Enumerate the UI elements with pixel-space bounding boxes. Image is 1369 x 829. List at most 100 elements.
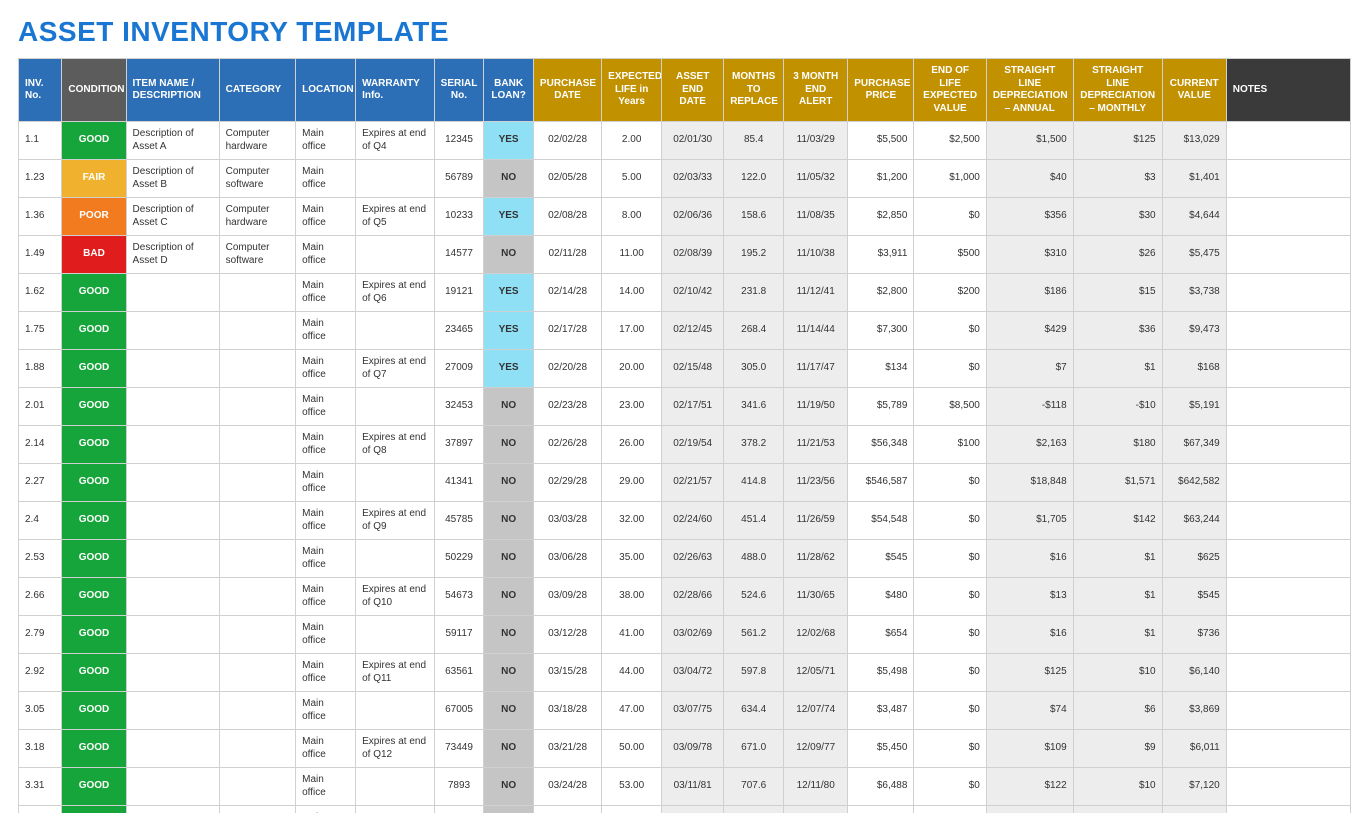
cell-loan[interactable]: NO (484, 464, 534, 502)
cell-months[interactable]: 634.4 (724, 692, 784, 730)
cell-loc[interactable]: Main office (296, 388, 356, 426)
cell-sla[interactable]: $1,500 (986, 122, 1073, 160)
cell-loan[interactable]: NO (484, 236, 534, 274)
cell-inv[interactable]: 1.49 (19, 236, 62, 274)
cell-condition[interactable]: GOOD (62, 388, 126, 426)
cell-ser[interactable]: 10233 (434, 198, 484, 236)
cell-slm[interactable]: $3 (1073, 160, 1162, 198)
cell-loc[interactable]: Main office (296, 274, 356, 312)
cell-loan[interactable]: NO (484, 768, 534, 806)
cell-notes[interactable] (1226, 502, 1350, 540)
cell-end[interactable]: 02/10/42 (662, 274, 724, 312)
cell-cat[interactable] (219, 768, 296, 806)
cell-ser[interactable]: 41341 (434, 464, 484, 502)
cell-loc[interactable]: Main office (296, 236, 356, 274)
cell-loan[interactable]: NO (484, 540, 534, 578)
cell-sla[interactable]: $356 (986, 198, 1073, 236)
cell-eol[interactable]: $0 (914, 768, 986, 806)
cell-desc[interactable]: Description of Asset A (126, 122, 219, 160)
cell-war[interactable]: Expires at end of Q7 (356, 350, 435, 388)
cell-price[interactable]: $5,498 (848, 654, 914, 692)
cell-war[interactable] (356, 768, 435, 806)
cell-alert[interactable]: 11/17/47 (784, 350, 848, 388)
cell-cat[interactable]: Computer hardware (219, 198, 296, 236)
cell-inv[interactable]: 2.14 (19, 426, 62, 464)
cell-pur[interactable]: 02/23/28 (533, 388, 601, 426)
cell-alert[interactable]: 11/26/59 (784, 502, 848, 540)
cell-notes[interactable] (1226, 160, 1350, 198)
cell-loc[interactable]: Main office (296, 122, 356, 160)
cell-sla[interactable]: $16 (986, 540, 1073, 578)
hdr-cur[interactable]: CURRENT VALUE (1162, 59, 1226, 122)
cell-months[interactable]: 158.6 (724, 198, 784, 236)
cell-notes[interactable] (1226, 388, 1350, 426)
cell-war[interactable]: Expires at end of Q5 (356, 198, 435, 236)
cell-months[interactable]: 524.6 (724, 578, 784, 616)
cell-end[interactable]: 03/04/72 (662, 654, 724, 692)
cell-war[interactable]: Expires at end of Q11 (356, 654, 435, 692)
cell-loc[interactable]: Main office (296, 578, 356, 616)
cell-slm[interactable]: $1 (1073, 540, 1162, 578)
cell-sla[interactable]: $18,848 (986, 464, 1073, 502)
cell-notes[interactable] (1226, 426, 1350, 464)
cell-months[interactable]: 378.2 (724, 426, 784, 464)
cell-life[interactable]: 11.00 (602, 236, 662, 274)
table-row[interactable]: 2.92GOODMain officeExpires at end of Q11… (19, 654, 1351, 692)
cell-eol[interactable]: $0 (914, 616, 986, 654)
cell-ser[interactable]: 67005 (434, 692, 484, 730)
cell-life[interactable]: 26.00 (602, 426, 662, 464)
table-row[interactable]: 2.27GOODMain office41341NO02/29/2829.000… (19, 464, 1351, 502)
cell-eol[interactable]: $0 (914, 540, 986, 578)
hdr-cat[interactable]: CATEGORY (219, 59, 296, 122)
cell-price[interactable]: $545 (848, 540, 914, 578)
cell-inv[interactable]: 2.92 (19, 654, 62, 692)
hdr-pur[interactable]: PURCHASE DATE (533, 59, 601, 122)
cell-slm[interactable]: $180 (1073, 426, 1162, 464)
cell-eol[interactable]: $0 (914, 692, 986, 730)
cell-eol[interactable]: $0 (914, 464, 986, 502)
table-row[interactable]: 2.14GOODMain officeExpires at end of Q83… (19, 426, 1351, 464)
cell-cat[interactable]: Computer software (219, 160, 296, 198)
cell-ser[interactable]: 59117 (434, 616, 484, 654)
cell-price[interactable]: $1,200 (848, 160, 914, 198)
cell-pur[interactable]: 02/11/28 (533, 236, 601, 274)
cell-loc[interactable]: Main office (296, 426, 356, 464)
cell-notes[interactable] (1226, 464, 1350, 502)
cell-notes[interactable] (1226, 236, 1350, 274)
cell-desc[interactable]: Description of Asset C (126, 198, 219, 236)
cell-notes[interactable] (1226, 578, 1350, 616)
cell-months[interactable]: 488.0 (724, 540, 784, 578)
cell-eol[interactable]: $0 (914, 502, 986, 540)
cell-desc[interactable] (126, 616, 219, 654)
cell-ser[interactable]: 14577 (434, 236, 484, 274)
cell-condition[interactable]: GOOD (62, 502, 126, 540)
hdr-loc[interactable]: LOCATION (296, 59, 356, 122)
cell-loan[interactable]: NO (484, 388, 534, 426)
cell-loc[interactable]: Main office (296, 502, 356, 540)
cell-slm[interactable]: $6 (1073, 692, 1162, 730)
cell-eol[interactable]: $0 (914, 730, 986, 768)
cell-cur[interactable]: $5,191 (1162, 388, 1226, 426)
cell-loc[interactable]: Main office (296, 768, 356, 806)
cell-slm[interactable]: $1 (1073, 616, 1162, 654)
cell-loan[interactable]: YES (484, 122, 534, 160)
cell-life[interactable]: 50.00 (602, 730, 662, 768)
cell-condition[interactable]: GOOD (62, 350, 126, 388)
cell-condition[interactable]: GOOD (62, 578, 126, 616)
cell-desc[interactable] (126, 464, 219, 502)
hdr-mon[interactable]: MONTHS TO REPLACE (724, 59, 784, 122)
cell-cur[interactable]: $1,401 (1162, 160, 1226, 198)
cell-alert[interactable]: 12/07/74 (784, 692, 848, 730)
cell-life[interactable]: 2.00 (602, 122, 662, 160)
hdr-sla[interactable]: STRAIGHT LINE DEPRECIATION – ANNUAL (986, 59, 1073, 122)
cell-pur[interactable]: 02/05/28 (533, 160, 601, 198)
cell-loc[interactable]: Main office (296, 654, 356, 692)
cell-eol[interactable]: $1,000 (914, 160, 986, 198)
cell-end[interactable]: 02/24/60 (662, 502, 724, 540)
cell-slm[interactable]: $1 (1073, 350, 1162, 388)
cell-war[interactable] (356, 464, 435, 502)
cell-ser[interactable]: 56789 (434, 160, 484, 198)
cell-condition[interactable]: GOOD (62, 274, 126, 312)
cell-sla[interactable]: $1,705 (986, 502, 1073, 540)
hdr-war[interactable]: WARRANTY Info. (356, 59, 435, 122)
